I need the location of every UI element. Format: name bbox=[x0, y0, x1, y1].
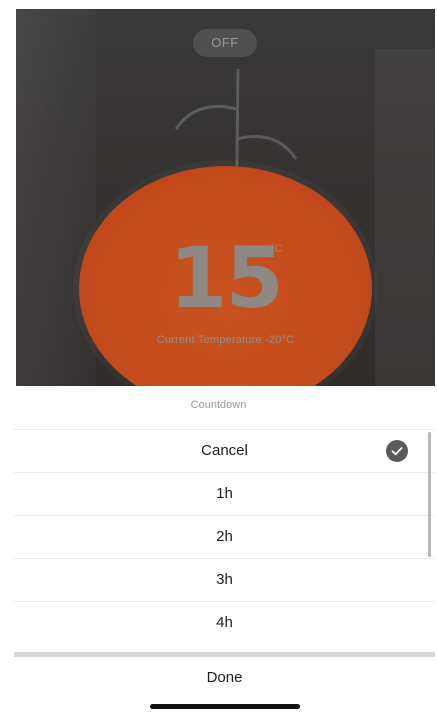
current-temperature-label: Current Temperature -20°C bbox=[156, 334, 295, 346]
option-1h[interactable]: 1h bbox=[14, 472, 435, 515]
countdown-sheet: Countdown Cancel 1h 2h 3h 4h Done bbox=[0, 386, 437, 716]
option-cancel[interactable]: Cancel bbox=[14, 429, 435, 472]
option-label: Cancel bbox=[201, 442, 248, 459]
option-label: 1h bbox=[216, 485, 233, 502]
temperature-dial[interactable]: 15 °C Current Temperature -20°C bbox=[79, 166, 372, 386]
option-3h[interactable]: 3h bbox=[14, 558, 435, 601]
device-control-screen: OFF 15 °C Current Temperature -20°C bbox=[16, 9, 435, 386]
sheet-title: Countdown bbox=[190, 399, 247, 411]
option-4h[interactable]: 4h bbox=[14, 601, 435, 641]
option-label: 3h bbox=[216, 571, 233, 588]
sheet-divider bbox=[14, 652, 435, 657]
done-button[interactable]: Done bbox=[14, 658, 435, 698]
power-toggle-button[interactable]: OFF bbox=[193, 29, 257, 57]
checkmark-icon bbox=[386, 440, 408, 462]
options-scrollbar[interactable] bbox=[428, 432, 431, 557]
option-label: 2h bbox=[216, 528, 233, 545]
countdown-options-list[interactable]: Cancel 1h 2h 3h 4h bbox=[14, 429, 435, 641]
option-2h[interactable]: 2h bbox=[14, 515, 435, 558]
target-temperature: 15 bbox=[169, 229, 284, 327]
option-label: 4h bbox=[216, 614, 233, 631]
temperature-unit: °C bbox=[270, 243, 283, 255]
background-wall-right bbox=[375, 49, 435, 386]
home-indicator bbox=[150, 704, 300, 709]
background-wall bbox=[16, 9, 96, 386]
